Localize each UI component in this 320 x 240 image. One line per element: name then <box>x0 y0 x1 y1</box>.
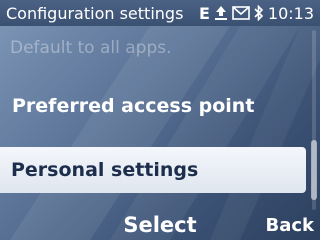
status-icons: E 10:13 <box>199 4 314 23</box>
menu-item-preferred-access-point[interactable]: Preferred access point <box>12 95 254 117</box>
envelope-icon <box>232 6 250 20</box>
bluetooth-icon <box>254 5 264 21</box>
menu-item-default-to-all-apps[interactable]: Default to all apps. <box>10 38 172 58</box>
softkey-bar: Select Back <box>0 210 320 240</box>
scrollbar[interactable] <box>309 30 319 210</box>
signal-e-icon: E <box>198 3 210 23</box>
menu-item-personal-settings[interactable]: Personal settings <box>0 147 306 193</box>
scrollbar-thumb <box>311 140 317 200</box>
menu-item-label: Personal settings <box>11 159 199 181</box>
background-pattern <box>10 26 320 240</box>
upload-icon <box>214 6 227 20</box>
screen-title: Configuration settings <box>6 3 184 23</box>
clock: 10:13 <box>267 3 314 23</box>
status-bar: Configuration settings E 10:13 <box>0 0 320 26</box>
back-softkey[interactable]: Back <box>265 215 314 236</box>
phone-screen: Configuration settings E 10:13 Default t… <box>0 0 320 240</box>
